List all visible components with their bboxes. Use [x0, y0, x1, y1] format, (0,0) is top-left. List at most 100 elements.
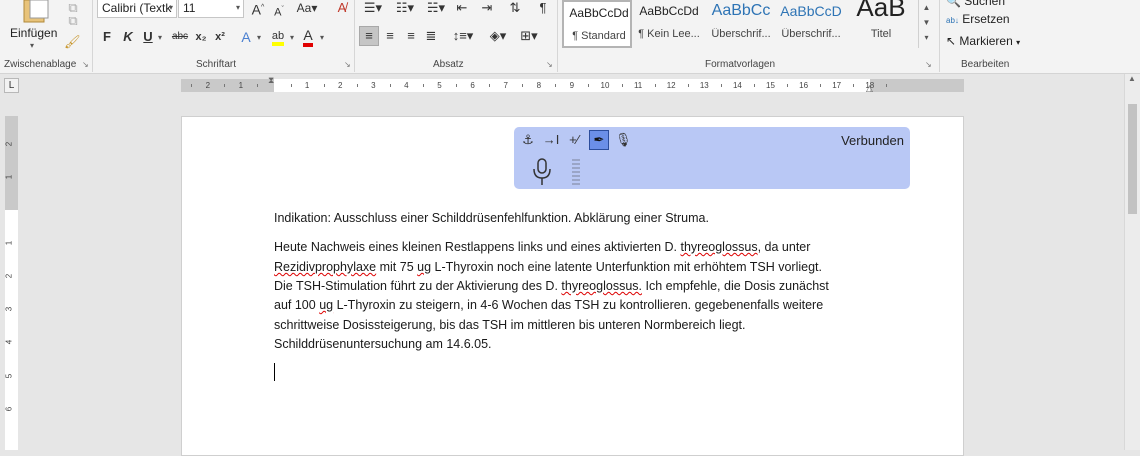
vruler-label: 3	[4, 307, 14, 312]
justify-button[interactable]: ≣	[423, 28, 439, 44]
group-title-font: Schriftart	[196, 59, 237, 70]
ruler-label: 17	[832, 81, 842, 90]
paragraph-line: Die TSH-Stimulation führt zu der Aktivie…	[274, 279, 829, 293]
indent-marker[interactable]: ⧗	[268, 75, 274, 86]
document-page[interactable]: ⚓ →I +⁄ ✒ 🎙 Verbunden Indikation: Aussch…	[181, 116, 964, 456]
group-separator	[92, 0, 93, 72]
chevron-down-icon: ▾	[1016, 38, 1021, 47]
increase-indent-icon[interactable]: ⇥	[479, 0, 495, 16]
select-button[interactable]: ↖ Markieren ▾	[946, 34, 1020, 48]
shrink-font-icon[interactable]: Aˇ	[271, 2, 287, 21]
font-size-dropdown[interactable]: 11	[178, 0, 244, 18]
dialog-launcher-icon[interactable]: ↘	[546, 60, 553, 69]
vruler-label: 2	[4, 141, 14, 147]
strikethrough-button[interactable]: abc	[170, 29, 190, 45]
copy-icon[interactable]: ⧉	[66, 0, 80, 15]
bullets-icon[interactable]: ☰▾	[361, 0, 385, 16]
dialog-launcher-icon[interactable]: ↘	[925, 60, 932, 69]
highlight-button[interactable]: ab	[268, 28, 288, 46]
multilevel-list-icon[interactable]: ☵▾	[424, 0, 448, 16]
italic-button[interactable]: K	[121, 29, 135, 45]
bold-button[interactable]: F	[100, 29, 114, 45]
highlight-letters: ab	[271, 30, 285, 46]
copy-icon[interactable]: ⧉	[66, 13, 80, 29]
dialog-launcher-icon[interactable]: ↘	[344, 60, 351, 69]
font-name-dropdown[interactable]: Calibri (Textk	[97, 0, 177, 18]
style-item-standard[interactable]: AaBbCcDd ¶ Standard	[562, 0, 632, 48]
ruler-label: 1	[238, 81, 244, 90]
borders-icon[interactable]: ⊞▾	[517, 28, 541, 44]
insert-text-icon[interactable]: →I	[542, 132, 560, 148]
chevron-down-icon[interactable]: ▾	[257, 33, 261, 42]
ruler-tick	[290, 84, 292, 87]
replace-button[interactable]: ab↓ Ersetzen	[946, 12, 1010, 26]
chevron-down-icon[interactable]: ▾	[236, 3, 240, 12]
paste-button[interactable]: Einfügen ▾	[6, 0, 62, 52]
clear-formatting-icon[interactable]: A̸	[334, 0, 350, 16]
text-effects-icon[interactable]: A	[238, 29, 254, 45]
find-button[interactable]: 🔍 Suchen	[946, 0, 1005, 8]
right-indent-marker[interactable]: △	[866, 83, 873, 94]
style-item-heading-2[interactable]: AaBbCcD Überschrif...	[776, 0, 846, 48]
style-item-no-spacing[interactable]: AaBbCcDd ¶ Kein Lee...	[634, 0, 704, 48]
paragraph-line: schrittweise Dosissteigerung, bis das TS…	[274, 318, 746, 332]
style-item-title[interactable]: AaB Titel	[846, 0, 916, 48]
chevron-down-icon[interactable]: ▾	[290, 33, 294, 42]
ruler-tick	[753, 84, 755, 87]
format-painter-icon[interactable]: 🖌	[64, 34, 81, 50]
ruler-label: 11	[633, 81, 643, 90]
dictation-toolbar: ⚓ →I +⁄ ✒ 🎙 Verbunden	[514, 127, 910, 189]
align-left-button[interactable]: ≡	[359, 26, 379, 46]
ruler-tick	[522, 84, 524, 87]
decrease-indent-icon[interactable]: ⇤	[454, 0, 470, 16]
group-separator	[354, 0, 355, 72]
style-name: ¶ Standard	[572, 30, 626, 42]
font-color-letter: A	[303, 27, 313, 47]
ruler-label: 4	[404, 81, 409, 90]
clipboard-icon	[23, 0, 49, 23]
ruler-tick	[820, 84, 822, 87]
dialog-launcher-icon[interactable]: ↘	[82, 60, 89, 69]
style-sample: AaBbCcD	[780, 3, 842, 19]
horizontal-ruler: L 2 1 1 2 3 4 5 6 7 8 9 10 11 12 13 14 15 16 17 18 ⧗ △	[0, 74, 1140, 96]
numbering-icon[interactable]: ☷▾	[393, 0, 417, 16]
chevron-down-icon[interactable]: ▾	[169, 3, 173, 12]
sort-icon[interactable]: ⇅	[507, 0, 523, 16]
style-name: Titel	[870, 28, 892, 40]
ruler-label: 9	[569, 81, 575, 90]
microphone-small-icon[interactable]: 🎙	[615, 132, 632, 148]
gallery-scroll[interactable]: ▲ ▼ ▾	[918, 0, 934, 48]
ruler-tick	[389, 84, 391, 87]
grow-font-icon[interactable]: A^	[250, 0, 266, 18]
style-name: ¶ Kein Lee...	[638, 28, 700, 40]
microphone-icon[interactable]	[530, 157, 554, 187]
font-color-button[interactable]: A	[300, 27, 316, 47]
change-case-icon[interactable]: Aa▾	[296, 0, 318, 16]
scroll-thumb[interactable]	[1128, 104, 1137, 214]
pilcrow-icon[interactable]: ¶	[536, 0, 550, 16]
ruler-label: 5	[437, 81, 442, 90]
align-right-button[interactable]: ≡	[403, 28, 419, 44]
ruler-margin-right	[870, 79, 964, 92]
underline-button[interactable]: U	[141, 29, 155, 45]
cursor-icon: ↖	[946, 34, 957, 48]
shading-icon[interactable]: ◈▾	[486, 28, 510, 44]
line-spacing-icon[interactable]: ↕≡▾	[451, 28, 475, 44]
anchor-icon[interactable]: ⚓	[520, 132, 536, 148]
ruler-label: 8	[536, 81, 542, 90]
tab-selector-button[interactable]: L	[4, 78, 19, 93]
chevron-down-icon[interactable]: ▾	[158, 33, 162, 42]
subscript-button[interactable]: x₂	[193, 29, 209, 45]
pen-button[interactable]: ✒	[589, 130, 609, 150]
style-name: Überschrif...	[781, 28, 841, 40]
align-center-button[interactable]: ≡	[382, 28, 398, 44]
superscript-button[interactable]: x²	[212, 29, 228, 45]
spelling-error: thyreoglossus.	[561, 279, 642, 293]
scroll-up-icon[interactable]: ▲	[1128, 74, 1136, 83]
style-item-heading-1[interactable]: AaBbCc Überschrif...	[706, 0, 776, 48]
group-separator	[557, 0, 558, 72]
chevron-down-icon[interactable]: ▾	[320, 33, 324, 42]
ruler-tick	[886, 84, 888, 87]
add-command-icon[interactable]: +⁄	[565, 132, 583, 148]
vertical-scrollbar[interactable]: ▲	[1124, 74, 1140, 450]
